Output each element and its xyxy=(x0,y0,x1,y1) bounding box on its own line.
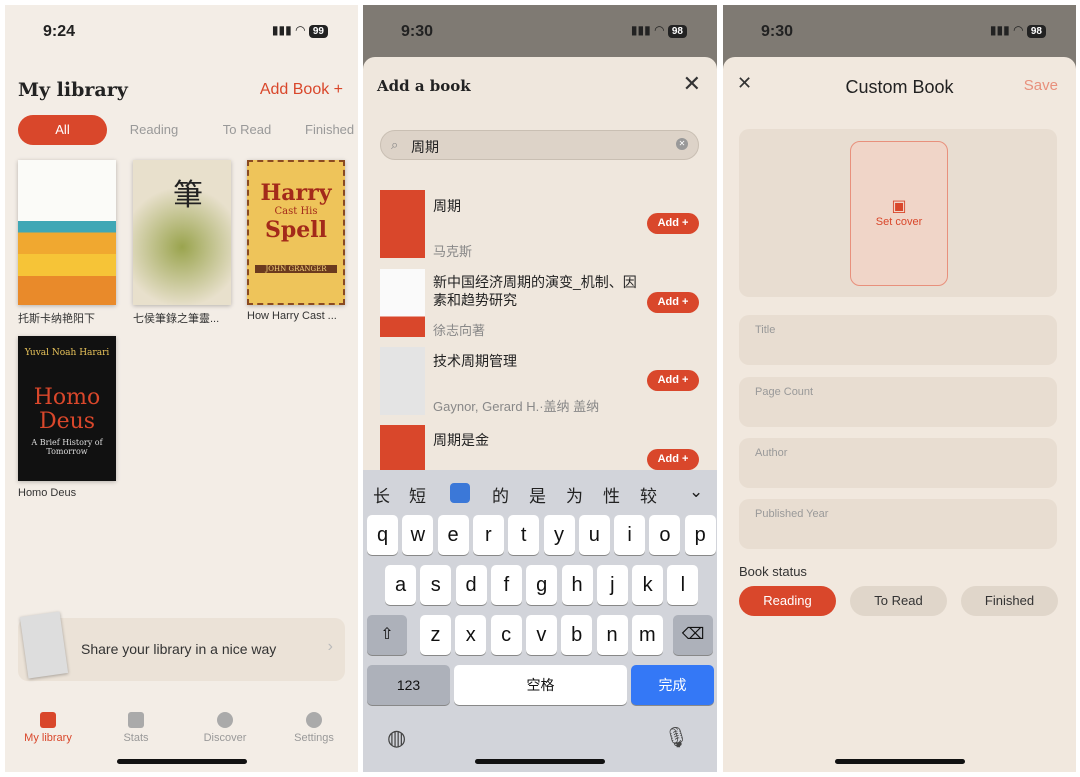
key-b[interactable]: b xyxy=(561,615,593,655)
key-d[interactable]: d xyxy=(455,565,487,605)
add-book-button[interactable]: Add Book + xyxy=(260,81,343,99)
clear-icon[interactable]: ✕ xyxy=(676,138,688,150)
page-count-field[interactable]: Page Count xyxy=(739,377,1057,427)
key-n[interactable]: n xyxy=(596,615,628,655)
image-icon: ▣ xyxy=(891,198,907,215)
book-cover[interactable]: Harry Cast His Spell JOHN GRANGER xyxy=(247,160,345,305)
add-book-sheet: Add a book ✕ ⌕ 周期 ✕ 周期 马克斯 Add + 新中国经济周期的演… xyxy=(363,57,717,772)
key-q[interactable]: q xyxy=(367,515,398,555)
tab-discover[interactable]: Discover xyxy=(190,712,260,744)
key-h[interactable]: h xyxy=(561,565,593,605)
compass-icon xyxy=(217,712,233,728)
key-a[interactable]: a xyxy=(385,565,416,605)
backspace-key[interactable]: ⌫ xyxy=(673,615,713,655)
share-label: Share your library in a nice way xyxy=(81,641,277,657)
title-field[interactable]: Title xyxy=(739,315,1057,365)
key-c[interactable]: c xyxy=(490,615,522,655)
status-reading[interactable]: Reading xyxy=(739,586,836,616)
sheet-title: Add a book xyxy=(377,77,471,95)
filter-to-read[interactable]: To Read xyxy=(212,115,282,145)
status-finished[interactable]: Finished xyxy=(961,586,1058,616)
book-status-label: Book status xyxy=(739,564,807,579)
book-thumbnail xyxy=(19,611,69,679)
chevron-right-icon: › xyxy=(327,638,333,655)
key-w[interactable]: w xyxy=(402,515,434,555)
key-l[interactable]: l xyxy=(667,565,699,605)
key-m[interactable]: m xyxy=(631,615,663,655)
add-button[interactable]: Add + xyxy=(647,292,699,313)
share-library-banner[interactable]: Share your library in a nice way › xyxy=(18,611,345,681)
bar-chart-icon xyxy=(128,712,144,728)
chevron-down-icon[interactable]: ⌄ xyxy=(689,482,703,502)
add-book-screen: 9:30 ▮▮▮ ◠ 98 Add a book ✕ ⌕ 周期 ✕ 周期 马克斯 A… xyxy=(363,5,717,772)
add-button[interactable]: Add + xyxy=(647,449,699,470)
numbers-key[interactable]: 123 xyxy=(367,665,450,705)
status-time: 9:30 xyxy=(761,23,794,40)
gear-icon xyxy=(306,712,322,728)
tab-my-library[interactable]: My library xyxy=(13,712,83,744)
filter-reading[interactable]: Reading xyxy=(119,115,189,145)
key-y[interactable]: y xyxy=(543,515,575,555)
key-p[interactable]: p xyxy=(684,515,716,555)
add-button[interactable]: Add + xyxy=(647,370,699,391)
space-key[interactable]: 空格 xyxy=(454,665,627,705)
key-v[interactable]: v xyxy=(525,615,557,655)
emoji-icon[interactable] xyxy=(450,483,470,503)
status-time: 9:30 xyxy=(401,23,434,40)
published-year-field[interactable]: Published Year xyxy=(739,499,1057,549)
done-key[interactable]: 完成 xyxy=(631,665,714,705)
key-x[interactable]: x xyxy=(455,615,487,655)
key-k[interactable]: k xyxy=(632,565,664,605)
book-cover[interactable]: Yuval Noah Harari Homo Deus A Brief Hist… xyxy=(18,336,116,481)
page-title: My library xyxy=(18,79,128,101)
shift-key[interactable]: ⇧ xyxy=(367,615,407,655)
home-indicator xyxy=(475,759,605,764)
cover-area: ▣ Set cover xyxy=(739,129,1057,297)
status-icons: ▮▮▮ ◠ 98 xyxy=(990,23,1046,38)
globe-icon[interactable]: ◍ xyxy=(387,725,406,751)
search-icon: ⌕ xyxy=(391,137,399,152)
keyboard: 长 短 的 是 为 性 较 ⌄ qwertyuiopasdfghjklzxcvb… xyxy=(363,470,717,772)
key-o[interactable]: o xyxy=(649,515,681,555)
status-icons: ▮▮▮ ◠ 98 xyxy=(631,23,687,38)
key-i[interactable]: i xyxy=(614,515,646,555)
book-title: 托斯卡纳艳阳下 xyxy=(18,313,95,325)
status-to-read[interactable]: To Read xyxy=(850,586,947,616)
key-z[interactable]: z xyxy=(420,615,451,655)
key-j[interactable]: j xyxy=(596,565,628,605)
microphone-icon[interactable]: 🎙 xyxy=(664,725,689,750)
close-icon[interactable]: ✕ xyxy=(683,71,701,97)
key-f[interactable]: f xyxy=(490,565,522,605)
custom-book-screen: 9:30 ▮▮▮ ◠ 98 ✕ Custom Book Save ▣ Set c… xyxy=(723,5,1076,772)
custom-book-sheet: ✕ Custom Book Save ▣ Set cover Title Pag… xyxy=(723,57,1076,772)
add-button[interactable]: Add + xyxy=(647,213,699,234)
book-title: 七侯筆錄之筆靈... xyxy=(133,313,220,325)
key-u[interactable]: u xyxy=(578,515,610,555)
results-list: 周期 马克斯 Add + 新中国经济周期的演变_机制、因素和趋势研究 徐志向著 Add … xyxy=(363,187,717,477)
status-time: 9:24 xyxy=(43,23,76,40)
book-cover[interactable]: 筆 xyxy=(133,160,231,305)
filter-finished[interactable]: Finished xyxy=(305,115,358,145)
key-e[interactable]: e xyxy=(437,515,469,555)
save-button[interactable]: Save xyxy=(1024,77,1058,94)
book-title: Homo Deus xyxy=(18,487,77,499)
book-icon xyxy=(40,712,56,728)
key-s[interactable]: s xyxy=(420,565,452,605)
home-indicator xyxy=(116,759,247,764)
filter-all[interactable]: All xyxy=(18,115,107,145)
status-icons: ▮▮▮ ◠ 99 xyxy=(272,23,328,38)
book-cover[interactable] xyxy=(18,160,116,305)
set-cover-button[interactable]: ▣ Set cover xyxy=(850,141,948,286)
search-input[interactable]: ⌕ 周期 ✕ xyxy=(380,130,699,160)
key-t[interactable]: t xyxy=(508,515,540,555)
author-field[interactable]: Author xyxy=(739,438,1057,488)
key-r[interactable]: r xyxy=(472,515,504,555)
tab-stats[interactable]: Stats xyxy=(101,712,171,744)
key-g[interactable]: g xyxy=(526,565,558,605)
library-screen: 9:24 ▮▮▮ ◠ 99 My library Add Book + All … xyxy=(5,5,358,772)
home-indicator xyxy=(834,759,965,764)
tab-settings[interactable]: Settings xyxy=(279,712,349,744)
book-title: How Harry Cast ... xyxy=(247,310,337,322)
